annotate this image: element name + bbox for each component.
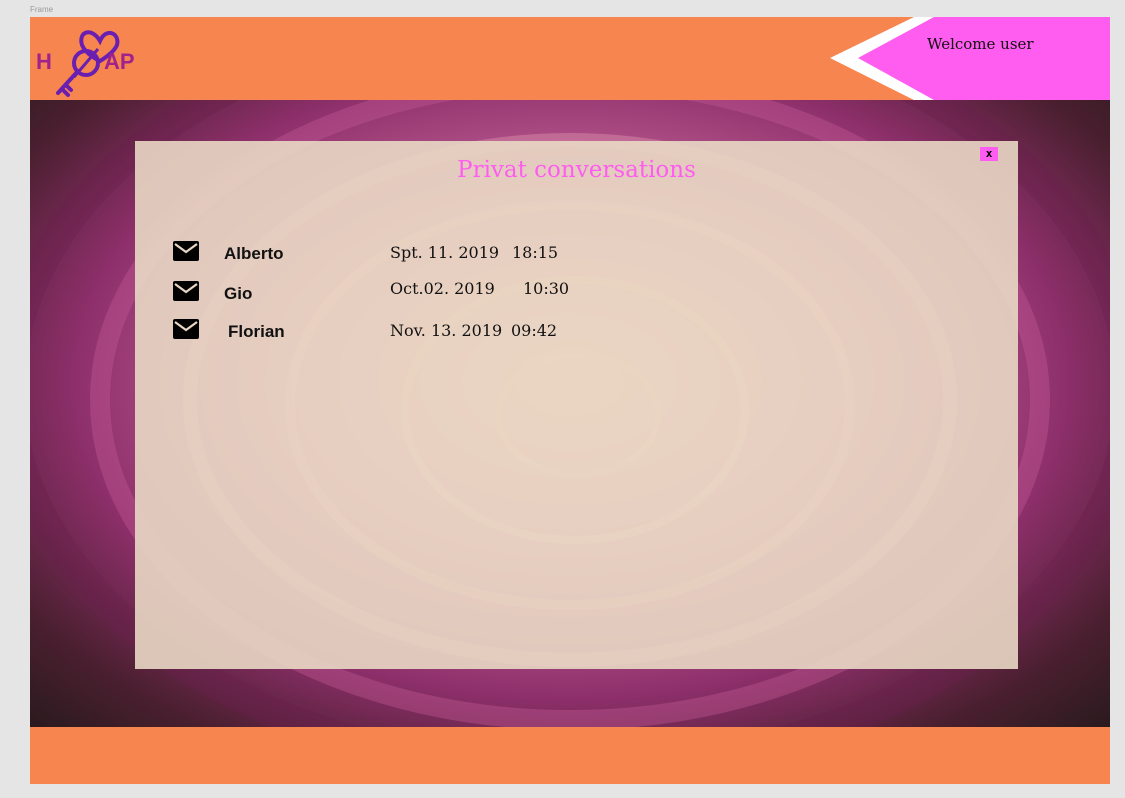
envelope-icon [173,281,199,301]
envelope-icon [173,319,199,339]
conversation-time: 10:30 [523,279,570,298]
conversation-date: Nov. 13. 2019 [390,321,503,340]
conversation-name: Alberto [224,244,284,263]
conversation-date: Oct.02. 2019 [390,279,495,298]
panel-title: Privat conversations [457,157,696,183]
logo-letters-ap: AP [104,49,135,74]
conversation-row-florian[interactable]: Florian Nov. 13. 2019 09:42 [135,319,1018,349]
rose-background: x Privat conversations Alberto Spt. 11. … [30,100,1110,727]
footer-bar [30,727,1110,784]
frame-label: Frame [30,5,54,14]
conversation-row-alberto[interactable]: Alberto Spt. 11. 2019 18:15 [135,241,1018,271]
conversation-time: 18:15 [512,243,559,262]
conversation-time: 09:42 [511,321,558,340]
welcome-banner: Welcome user [830,17,1110,100]
conversation-name: Florian [228,322,285,341]
conversations-panel: x Privat conversations Alberto Spt. 11. … [135,141,1018,669]
header-bar: H AP Welcome user [30,17,1110,100]
welcome-text: Welcome user [927,35,1034,53]
conversation-name: Gio [224,284,253,303]
logo[interactable]: H AP [34,19,144,99]
conversation-date: Spt. 11. 2019 [390,243,500,262]
welcome-banner-shape [830,17,1110,100]
app-frame: H AP Welcome user x Privat conversations [30,17,1110,784]
conversation-row-gio[interactable]: Gio Oct.02. 2019 10:30 [135,279,1018,311]
logo-letter-h: H [36,49,52,74]
envelope-icon [173,241,199,261]
